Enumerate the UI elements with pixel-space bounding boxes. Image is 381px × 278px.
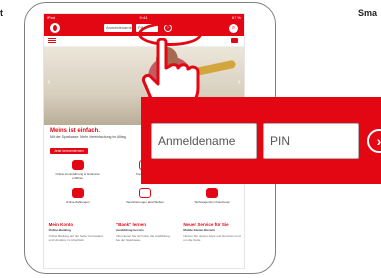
- status-battery: 67 %: [231, 15, 241, 20]
- umbrella-icon: [138, 188, 151, 198]
- tile-zahlungen[interactable]: Online-Zahlungen: [50, 188, 106, 204]
- pin-field[interactable]: PIN: [263, 123, 359, 159]
- username-field[interactable]: Anmeldename: [151, 123, 257, 159]
- carousel-prev-icon[interactable]: ‹: [46, 77, 52, 87]
- cut-label-left: t: [0, 8, 3, 18]
- cart-icon[interactable]: [231, 38, 238, 43]
- cut-label-right: Sma: [357, 8, 377, 18]
- teaser-ausbildung[interactable]: "Bank" lernen Ausbildung bei uns Informi…: [116, 222, 174, 242]
- login-zoom-panel: Anmeldename PIN ›: [141, 97, 381, 184]
- login-submit-button[interactable]: ›: [367, 129, 381, 153]
- tile-girokonto[interactable]: Online-Kontoführung & Girokonto eröffnen: [50, 160, 106, 180]
- piggy-bank-icon: [71, 160, 84, 170]
- sparkasse-logo-icon: [50, 23, 60, 33]
- house-icon: [206, 188, 219, 198]
- carousel-next-icon[interactable]: ›: [236, 77, 242, 87]
- intro-button[interactable]: Jetzt kennenlernen: [50, 148, 88, 154]
- status-time: 9:44: [139, 15, 148, 20]
- teaser-konto[interactable]: Mein Konto Online-Banking Online Banking…: [49, 222, 107, 242]
- search-icon[interactable]: ⌕: [229, 24, 238, 33]
- bottom-teasers: Mein Konto Online-Banking Online Banking…: [44, 222, 244, 242]
- header-username-input[interactable]: Anmeldename: [104, 24, 132, 32]
- status-left: iPad: [47, 15, 56, 20]
- status-bar: iPad 9:44 67 %: [44, 14, 244, 21]
- teaser-service[interactable]: Neuer Service für Sie Mobile Karten-Dien…: [183, 222, 241, 242]
- scale-icon: [71, 188, 84, 198]
- tile-wohneigentum[interactable]: Wohneigentum finanzieren: [184, 188, 240, 204]
- tile-versicherung[interactable]: Versicherungen abschließen: [117, 188, 173, 204]
- menu-icon[interactable]: [48, 37, 56, 44]
